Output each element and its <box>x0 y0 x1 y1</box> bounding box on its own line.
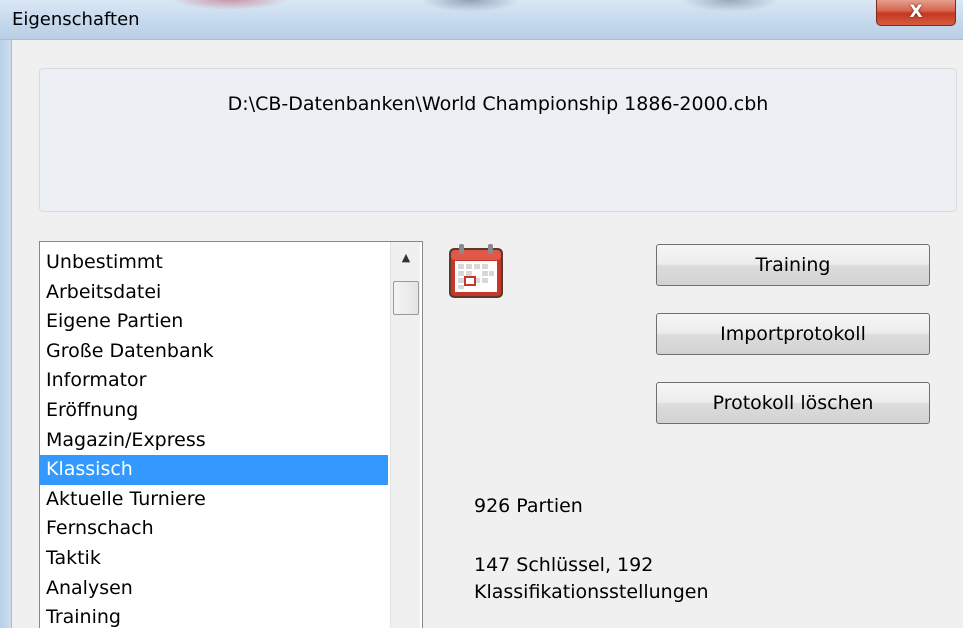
list-item[interactable]: Arbeitsdatei <box>40 278 388 308</box>
game-count: 926 Partien <box>474 495 583 517</box>
scroll-thumb[interactable] <box>393 281 419 315</box>
training-button[interactable]: Training <box>656 244 930 286</box>
list-item[interactable]: Eröffnung <box>40 396 388 426</box>
background-blur <box>420 0 520 12</box>
list-item[interactable]: Große Datenbank <box>40 337 388 367</box>
title-bar: Eigenschaften X <box>0 0 963 40</box>
list-item[interactable]: Informator <box>40 366 388 396</box>
background-blur <box>170 0 290 10</box>
list-item[interactable]: Unbestimmt <box>40 248 388 278</box>
database-type-list[interactable]: Unbestimmt Arbeitsdatei Eigene Partien G… <box>39 241 423 628</box>
list-item[interactable]: Fernschach <box>40 514 388 544</box>
calendar-icon <box>446 242 506 302</box>
window-frame <box>0 40 12 628</box>
import-log-button[interactable]: Importprotokoll <box>656 313 930 355</box>
vertical-scrollbar[interactable]: ▲ <box>390 242 420 628</box>
list-item[interactable]: Training <box>40 603 388 628</box>
delete-log-button[interactable]: Protokoll löschen <box>656 382 930 424</box>
database-path: D:\CB-Datenbanken\World Championship 188… <box>227 93 769 115</box>
database-path-box: D:\CB-Datenbanken\World Championship 188… <box>39 68 957 212</box>
list-item[interactable]: Aktuelle Turniere <box>40 485 388 515</box>
list-item-selected[interactable]: Klassisch <box>40 455 388 485</box>
list-item[interactable]: Taktik <box>40 544 388 574</box>
list-item[interactable]: Analysen <box>40 574 388 604</box>
close-button[interactable]: X <box>876 0 956 26</box>
background-blur <box>680 0 780 12</box>
keys-info-line2: Klassifikationsstellungen <box>474 581 709 603</box>
keys-info-line1: 147 Schlüssel, 192 <box>474 554 654 576</box>
list-item[interactable]: Magazin/Express <box>40 426 388 456</box>
list-item[interactable]: Eigene Partien <box>40 307 388 337</box>
window-title: Eigenschaften <box>12 9 140 30</box>
scroll-up-arrow-icon[interactable]: ▲ <box>391 242 421 274</box>
